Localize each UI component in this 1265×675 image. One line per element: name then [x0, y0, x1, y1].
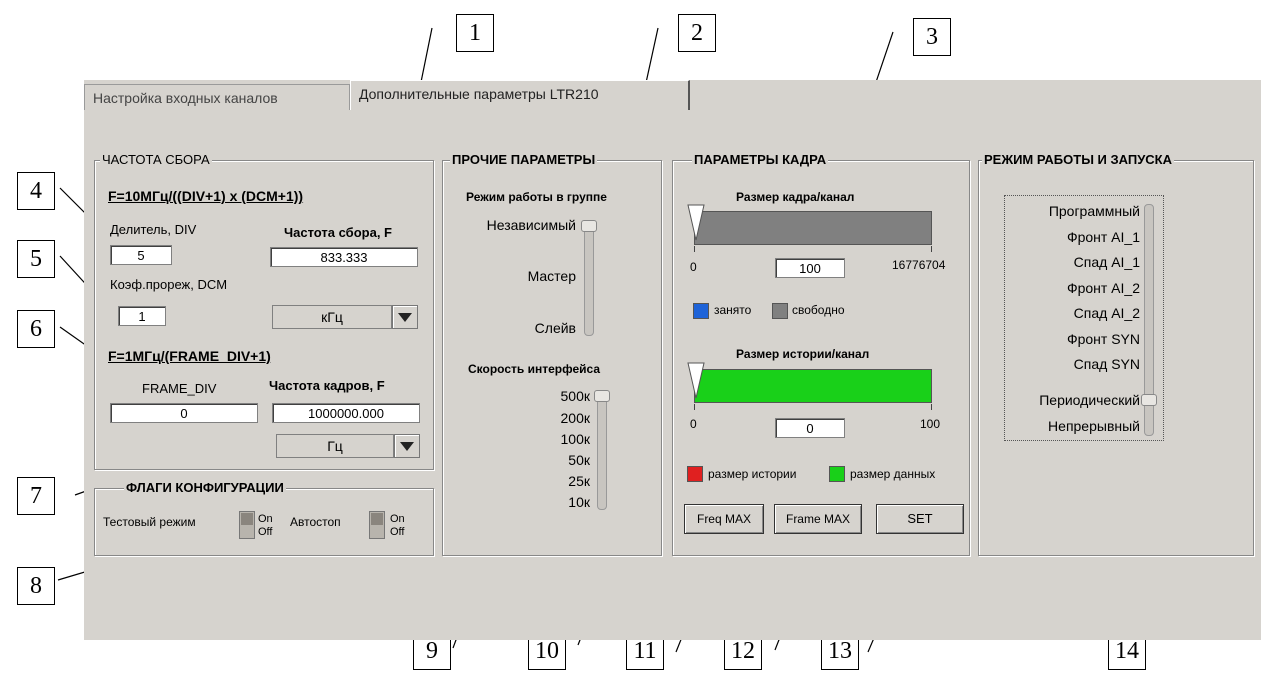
mode-option: Периодический — [1039, 392, 1140, 408]
freq-max-button[interactable]: Freq MAX — [684, 504, 764, 534]
toggle-knob — [241, 513, 253, 525]
group-mode-option: Слейв — [534, 320, 576, 336]
mode-option: Непрерывный — [1048, 418, 1140, 434]
autostop-on-label: On — [390, 513, 405, 525]
history-size-pointer[interactable] — [686, 362, 706, 408]
speed-option: 500к — [560, 388, 590, 404]
frame-div-input[interactable]: 0 — [110, 403, 258, 423]
frame-size-input[interactable]: 100 — [775, 258, 845, 278]
sampling-title: ЧАСТОТА СБОРА — [100, 152, 212, 167]
tab-ltr210-params[interactable]: Дополнительные параметры LTR210 — [350, 80, 690, 112]
frame-freq-label: Частота кадров, F — [269, 378, 385, 393]
frame-unit-select[interactable]: Гц — [276, 434, 394, 458]
flags-title: ФЛАГИ КОНФИГУРАЦИИ — [124, 480, 286, 495]
frame-size-pointer[interactable] — [686, 204, 706, 250]
history-size-bar[interactable] — [694, 369, 932, 403]
history-size-max: 100 — [920, 417, 941, 431]
callout-3: 3 — [913, 18, 951, 56]
callout-6: 6 — [17, 310, 55, 348]
frame-max-button[interactable]: Frame MAX — [774, 504, 862, 534]
mode-slider-thumb[interactable] — [1141, 394, 1157, 406]
mode-option: Спад AI_2 — [1073, 305, 1140, 321]
test-mode-on-label: On — [258, 513, 273, 525]
chevron-down-icon — [400, 442, 414, 451]
busy-legend-label: занято — [714, 303, 752, 317]
group-mode-slider-thumb[interactable] — [581, 220, 597, 232]
group-mode-option: Независимый — [486, 217, 576, 233]
dcm-label: Коэф.прореж, DCM — [110, 277, 228, 292]
tab-input-channels[interactable]: Настройка входных каналов — [84, 84, 350, 110]
mode-option: Фронт SYN — [1066, 331, 1140, 347]
history-size-label: Размер истории/канал — [736, 347, 870, 361]
history-size-min: 0 — [690, 417, 697, 431]
frame-freq-field[interactable]: 1000000.000 — [272, 403, 420, 423]
mode-option: Фронт AI_1 — [1066, 229, 1140, 245]
frame-unit-dropdown-button[interactable] — [394, 434, 420, 458]
freq-label: Частота сбора, F — [284, 225, 392, 240]
frame-params-title: ПАРАМЕТРЫ КАДРА — [692, 152, 829, 167]
callout-5: 5 — [17, 240, 55, 278]
iface-speed-slider[interactable] — [597, 390, 607, 510]
frame-div-label: FRAME_DIV — [142, 381, 217, 396]
other-params-title: ПРОЧИЕ ПАРАМЕТРЫ — [450, 152, 598, 167]
frame-size-ticks — [694, 246, 932, 252]
freq-unit-select[interactable]: кГц — [272, 305, 392, 329]
history-size-input[interactable]: 0 — [775, 418, 845, 438]
mode-option: Спад SYN — [1073, 356, 1140, 372]
autostop-label: Автостоп — [290, 515, 341, 529]
frame-size-bar[interactable] — [694, 211, 932, 245]
autostop-toggle[interactable] — [369, 511, 385, 539]
group-mode-option: Мастер — [527, 268, 576, 284]
test-mode-toggle[interactable] — [239, 511, 255, 539]
callout-2: 2 — [678, 14, 716, 52]
set-button[interactable]: SET — [876, 504, 964, 534]
history-size-ticks — [694, 404, 932, 410]
test-mode-off-label: Off — [258, 526, 273, 538]
mode-option: Фронт AI_2 — [1066, 280, 1140, 296]
callout-8: 8 — [17, 567, 55, 605]
data-legend-label: размер данных — [850, 467, 936, 481]
group-mode-slider[interactable] — [584, 220, 594, 336]
frame-formula: F=1МГц/(FRAME_DIV+1) — [108, 348, 271, 364]
history-legend-swatch — [687, 466, 703, 482]
speed-option: 25к — [568, 473, 590, 489]
frame-size-max: 16776704 — [892, 258, 946, 272]
divider-label: Делитель, DIV — [110, 222, 197, 237]
history-legend-label: размер истории — [708, 467, 797, 481]
iface-speed-slider-thumb[interactable] — [594, 390, 610, 402]
iface-speed-label: Скорость интерфейса — [468, 362, 600, 376]
chevron-down-icon — [398, 313, 412, 322]
callout-4: 4 — [17, 172, 55, 210]
free-legend-swatch — [772, 303, 788, 319]
callout-1: 1 — [456, 14, 494, 52]
data-legend-swatch — [829, 466, 845, 482]
free-legend-label: свободно — [792, 303, 845, 317]
divider-input[interactable]: 5 — [110, 245, 172, 265]
speed-option: 200к — [560, 410, 590, 426]
callout-7: 7 — [17, 477, 55, 515]
mode-option: Спад AI_1 — [1073, 254, 1140, 270]
freq-unit-dropdown-button[interactable] — [392, 305, 418, 329]
mode-option: Программный — [1048, 203, 1140, 219]
mode-title: РЕЖИМ РАБОТЫ И ЗАПУСКА — [982, 152, 1174, 167]
speed-option: 10к — [568, 494, 590, 510]
frame-size-min: 0 — [690, 260, 697, 274]
busy-legend-swatch — [693, 303, 709, 319]
frame-size-label: Размер кадра/канал — [736, 190, 855, 204]
group-mode-label: Режим работы в группе — [466, 190, 607, 204]
speed-option: 50к — [568, 452, 590, 468]
sampling-formula: F=10МГц/((DIV+1) x (DCM+1)) — [108, 188, 304, 204]
speed-option: 100к — [560, 431, 590, 447]
freq-field[interactable]: 833.333 — [270, 247, 418, 267]
dcm-input[interactable]: 1 — [118, 306, 166, 326]
toggle-knob — [371, 513, 383, 525]
test-mode-label: Тестовый режим — [103, 515, 196, 529]
autostop-off-label: Off — [390, 526, 405, 538]
